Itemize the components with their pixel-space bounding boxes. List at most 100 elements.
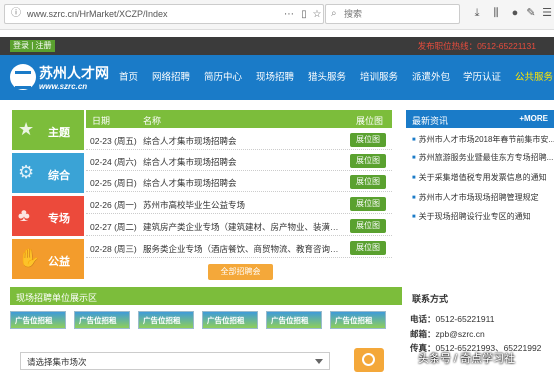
row-name-link[interactable]: 建筑房产类企业专场（建筑建材、房产物业、装潢设计... [143,221,343,233]
login-link[interactable]: 登录 [13,41,29,50]
table-row: 02-24 (周六) 综合人才集市现场招聘会 展位图 [86,151,392,171]
more-actions-icon[interactable]: ⋯ [283,9,295,21]
browser-toolbar: ⓘ www.szrc.cn/HrMarket/XCZP/Index ⋯ ▯ ☆ … [0,0,554,30]
category-label: 专场 [48,213,70,225]
chevron-down-icon [315,359,323,364]
category-charity[interactable]: ✋ 公益 [12,239,84,279]
market-session-select[interactable]: 请选择集市场次 [20,352,330,370]
table-row: 02-28 (周三) 服务类企业专场（酒店餐饮、商贸物流、教育咨询、金... 展… [86,238,392,258]
news-item[interactable]: 苏州旅游服务业暨最佳东方专场招聘... [412,152,554,163]
watermark-text: 头条号 / 奇点学习社 [418,353,516,365]
nav-home[interactable]: 首页 [119,69,138,83]
browser-search-box[interactable]: ⌕ [325,4,460,24]
row-date: 02-23 (周五) [90,136,137,146]
info-icon[interactable]: ⓘ [10,8,22,20]
nav-degree-verify[interactable]: 学历认证 [463,69,501,83]
header-date: 日期 [92,116,111,126]
ad-slot[interactable]: 广告位招租 [74,311,130,329]
bookmark-star-icon[interactable]: ☆ [311,9,323,21]
ad-slot[interactable]: 广告位招租 [202,311,258,329]
job-fair-table: 日期 名称 展位图 02-23 (周五) 综合人才集市现场招聘会 展位图 02-… [86,110,392,262]
nav-training[interactable]: 培训服务 [360,69,398,83]
ad-slot[interactable]: 广告位招租 [330,311,386,329]
address-bar[interactable]: ⓘ www.szrc.cn/HrMarket/XCZP/Index ⋯ ▯ ☆ [4,4,324,24]
ad-slot[interactable]: 广告位招租 [138,311,194,329]
news-more-link[interactable]: +MORE [519,114,548,123]
news-header: 最新资讯 +MORE [406,110,554,128]
news-item[interactable]: 苏州市人才市场2018年春节前集市安... [412,134,554,145]
reader-view-icon[interactable]: ▯ [298,9,310,21]
ad-label: 广告位招租 [335,316,373,325]
nav-online-recruit[interactable]: 网络招聘 [152,69,190,83]
category-label: 主题 [48,127,70,139]
nav-headhunter[interactable]: 猎头服务 [308,69,346,83]
news-title: 最新资讯 [412,116,449,126]
booth-map-button[interactable]: 展位图 [350,133,386,147]
nav-public-service[interactable]: 公共服务 [515,69,553,83]
row-name-link[interactable]: 苏州市高校毕业生公益专场 [143,199,343,211]
ad-label: 广告位招租 [207,316,245,325]
table-row: 02-26 (周一) 苏州市高校毕业生公益专场 展位图 [86,194,392,214]
contact-title: 联系方式 [412,294,449,304]
row-date: 02-28 (周三) [90,244,137,254]
row-date: 02-27 (周二) [90,222,137,232]
top-bar: 登录 | 注册 发布职位热线：0512-65221131 [0,37,554,55]
library-icon[interactable]: ⫼ [489,6,503,20]
venue-display: 现场招聘单位展示区 广告位招租 广告位招租 广告位招租 广告位招租 广告位招租 … [10,287,402,337]
nav-resume-center[interactable]: 简历中心 [204,69,242,83]
venue-title: 现场招聘单位展示区 [16,293,98,303]
row-name-link[interactable]: 综合人才集市现场招聘会 [143,156,343,168]
ad-slot[interactable]: 广告位招租 [10,311,66,329]
news-item[interactable]: 苏州市人才市场现场招聘管理规定 [412,192,554,203]
booth-map-button[interactable]: 展位图 [350,241,386,255]
extension-icon[interactable]: ✎ [524,6,538,20]
ad-strip: 广告位招租 广告位招租 广告位招租 广告位招租 广告位招租 广告位招租 [10,311,402,329]
table-row: 02-25 (周日) 综合人才集市现场招聘会 展位图 [86,172,392,192]
all-job-fairs-button[interactable]: 全部招聘会 [208,264,273,280]
login-register: 登录 | 注册 [10,40,55,52]
contact-email-label: 邮箱： [410,329,436,339]
site-header: 苏州人才网 www.szrc.cn 首页 网络招聘 简历中心 现场招聘 猎头服务… [0,55,554,100]
site-logo[interactable]: 苏州人才网 www.szrc.cn [10,62,109,94]
cog-icon: ⚙ [18,162,35,182]
nav-onsite-recruit[interactable]: 现场招聘 [256,69,294,83]
category-label: 综合 [48,170,70,182]
contact-phone-label: 电话： [410,314,436,324]
contact-phone: 电话：0512-65221911 [410,313,494,325]
row-date: 02-24 (周六) [90,157,137,167]
contact-email-value: zpb@szrc.cn [435,329,485,339]
download-icon[interactable]: ⤓ [470,6,484,20]
news-panel: 最新资讯 +MORE 苏州市人才市场2018年春节前集市安... 苏州旅游服务业… [406,110,554,230]
category-label: 公益 [48,256,70,268]
browser-search-input[interactable] [344,7,454,21]
ad-slot[interactable]: 广告位招租 [266,311,322,329]
booth-map-button[interactable]: 展位图 [350,175,386,189]
header-map: 展位图 [356,116,384,126]
category-special[interactable]: ♣ 专场 [12,196,84,236]
venue-header: 现场招聘单位展示区 [10,287,402,305]
tree-icon: ♣ [18,205,30,225]
header-name: 名称 [143,116,162,126]
booth-map-button[interactable]: 展位图 [350,219,386,233]
ad-label: 广告位招租 [143,316,181,325]
category-general[interactable]: ⚙ 综合 [12,153,84,193]
logo-title: 苏州人才网 [39,66,109,82]
register-link[interactable]: 注册 [36,41,52,50]
news-item[interactable]: 关于采集增值税专用发票信息的通知 [412,172,554,183]
row-name-link[interactable]: 综合人才集市现场招聘会 [143,177,343,189]
row-name-link[interactable]: 服务类企业专场（酒店餐饮、商贸物流、教育咨询、金... [143,243,343,255]
booth-map-button[interactable]: 展位图 [350,197,386,211]
market-search-button[interactable] [354,348,384,372]
row-date: 02-26 (周一) [90,200,137,210]
table-row: 02-23 (周五) 综合人才集市现场招聘会 展位图 [86,130,392,150]
menu-icon[interactable]: ☰ [540,6,554,20]
news-item[interactable]: 关于现场招聘设行业专区的通知 [412,211,554,222]
row-name-link[interactable]: 综合人才集市现场招聘会 [143,135,343,147]
market-select-value: 请选择集市场次 [27,357,87,367]
sync-icon[interactable]: ● [508,6,522,20]
logo-domain: www.szrc.cn [39,82,88,91]
booth-map-button[interactable]: 展位图 [350,154,386,168]
category-theme[interactable]: ★ 主题 [12,110,84,150]
logo-mark-icon [10,64,36,90]
nav-dispatch[interactable]: 派遣外包 [412,69,450,83]
